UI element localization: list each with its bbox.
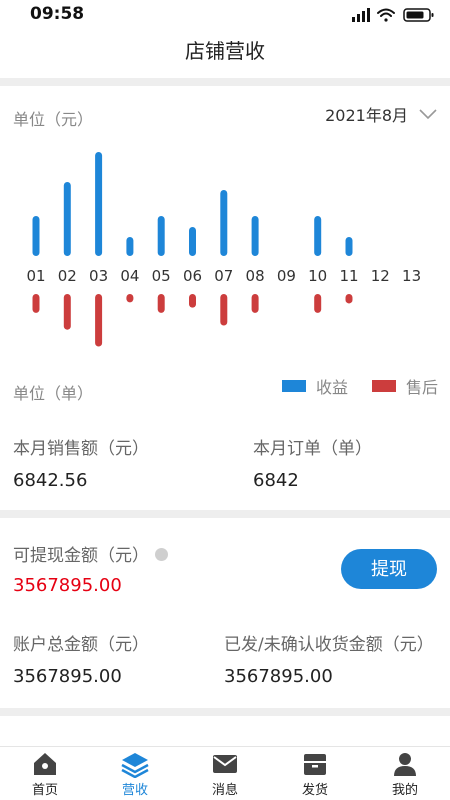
monthly-orders-label: 本月订单（单） xyxy=(253,439,372,459)
aftersale-bar xyxy=(314,294,322,313)
aftersale-bar xyxy=(157,294,165,313)
monthly-sales-value: 6842.56 xyxy=(13,470,88,491)
next-section-card xyxy=(0,716,450,746)
signal-icon xyxy=(352,8,370,22)
x-tick-label: 03 xyxy=(89,267,108,285)
withdraw-button[interactable]: 提现 xyxy=(341,549,437,589)
tab-profile[interactable]: 我的 xyxy=(360,747,450,800)
income-bar xyxy=(157,216,165,256)
tab-label-shipping: 发货 xyxy=(301,783,328,798)
chart-unit-orders: 单位（单） xyxy=(13,384,94,403)
battery-icon xyxy=(403,8,434,22)
status-time: 09:58 xyxy=(30,4,85,24)
tab-label-revenue: 营收 xyxy=(121,783,148,798)
aftersale-bar xyxy=(189,294,196,308)
income-bar xyxy=(32,216,40,256)
chevron-down-icon xyxy=(419,109,437,120)
income-bar xyxy=(251,216,259,256)
income-bar xyxy=(63,182,71,256)
tab-bar: 首页 营收 消息 发货 我的 xyxy=(0,746,450,800)
chart-legend: 收益 售后 xyxy=(258,374,438,398)
aftersale-bar xyxy=(251,294,259,313)
income-bar xyxy=(189,227,196,256)
mail-icon xyxy=(213,755,237,773)
legend-label-income: 收益 xyxy=(315,378,348,397)
legend-income: 收益 xyxy=(281,374,348,398)
total-balance-label: 账户总金额（元） xyxy=(13,635,149,655)
x-tick-label: 13 xyxy=(402,267,421,285)
withdrawable-label-text: 可提现金额（元） xyxy=(13,546,149,566)
user-icon xyxy=(394,753,416,776)
x-tick-label: 06 xyxy=(183,267,202,285)
status-icons xyxy=(352,8,434,22)
x-tick-label: 11 xyxy=(339,267,358,285)
x-tick-label: 02 xyxy=(58,267,77,285)
shipped-unconfirmed-label: 已发/未确认收货金额（元） xyxy=(224,635,434,655)
balance-card: 可提现金额（元） 3567895.00 提现 账户总金额（元） 3567895.… xyxy=(0,518,450,708)
aftersale-bar xyxy=(220,294,228,326)
home-icon xyxy=(34,753,56,775)
layers-icon xyxy=(121,753,149,778)
aftersale-bar xyxy=(63,294,71,330)
aftersale-bar xyxy=(32,294,40,313)
legend-swatch-income xyxy=(281,380,306,392)
tab-label-messages: 消息 xyxy=(211,783,238,798)
aftersale-bar xyxy=(126,294,134,303)
withdrawable-label: 可提现金额（元） xyxy=(13,541,168,566)
shipped-unconfirmed-value: 3567895.00 xyxy=(224,666,333,687)
income-bar xyxy=(126,237,134,256)
wifi-icon xyxy=(377,8,395,22)
tab-shipping[interactable]: 发货 xyxy=(270,747,360,800)
tab-label-home: 首页 xyxy=(31,783,58,798)
month-value: 2021年8月 xyxy=(325,106,408,125)
x-tick-label: 01 xyxy=(26,267,45,285)
tab-revenue[interactable]: 营收 xyxy=(90,747,180,800)
x-tick-label: 04 xyxy=(120,267,139,285)
tab-messages[interactable]: 消息 xyxy=(180,747,270,800)
aftersale-bar xyxy=(95,294,103,347)
income-bar xyxy=(220,190,228,256)
withdrawable-value: 3567895.00 xyxy=(13,575,122,596)
revenue-chart-card: 单位（元） 2021年8月 01 02 03 04 05 06 07 08 09 10 11 12 13… xyxy=(0,86,450,510)
nav-bar: 店铺营收 xyxy=(0,30,450,78)
legend-aftersale: 售后 xyxy=(371,374,438,398)
month-selector[interactable]: 2021年8月 xyxy=(325,102,438,126)
x-tick-label: 05 xyxy=(152,267,171,285)
page-title: 店铺营收 xyxy=(185,39,265,63)
legend-label-aftersale: 售后 xyxy=(405,378,438,397)
legend-swatch-aftersale xyxy=(371,380,396,392)
income-bar xyxy=(95,152,103,256)
x-tick-label: 07 xyxy=(214,267,233,285)
income-bar xyxy=(345,237,353,256)
box-icon xyxy=(304,754,326,775)
x-tick-label: 08 xyxy=(246,267,265,285)
monthly-sales-label: 本月销售额（元） xyxy=(13,439,149,459)
x-tick-label: 12 xyxy=(371,267,390,285)
x-tick-label: 09 xyxy=(277,267,296,285)
x-tick-label: 10 xyxy=(308,267,327,285)
income-bar xyxy=(314,216,322,256)
revenue-bar-chart: 01 02 03 04 05 06 07 08 09 10 11 12 13 xyxy=(26,152,421,347)
monthly-orders-value: 6842 xyxy=(253,470,299,491)
tab-label-profile: 我的 xyxy=(391,783,418,798)
status-bar: 09:58 xyxy=(0,0,450,30)
total-balance-value: 3567895.00 xyxy=(13,666,122,687)
tab-home[interactable]: 首页 xyxy=(0,747,90,800)
help-icon[interactable] xyxy=(155,547,168,561)
aftersale-bar xyxy=(345,294,353,304)
